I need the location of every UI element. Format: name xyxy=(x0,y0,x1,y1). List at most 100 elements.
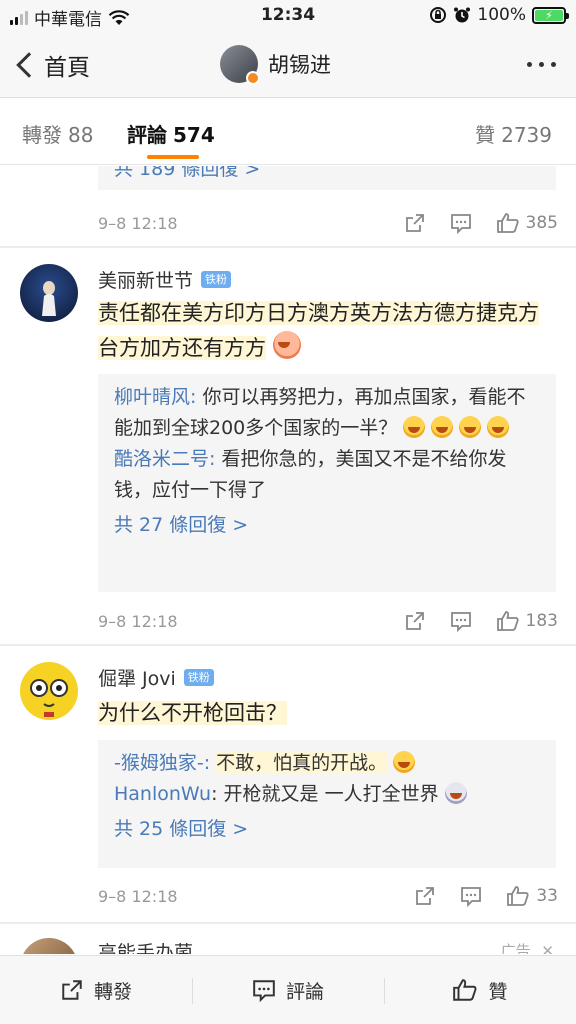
reply-box: 柳叶晴风: 你可以再努把力，再加点国家，看能不能加到全球200多个国家的一半？ … xyxy=(98,374,556,592)
thumbs-up-icon xyxy=(496,213,519,233)
laugh-emoji-icon xyxy=(459,416,482,438)
tab-active-indicator xyxy=(147,155,199,159)
more-replies-link[interactable]: 共 27 條回復 > xyxy=(114,510,540,541)
thumbs-up-icon xyxy=(453,979,477,1001)
verified-badge-icon xyxy=(246,71,260,85)
bottom-like-label: 贊 xyxy=(488,980,508,1003)
comment-date: 9–8 12:18 xyxy=(98,611,178,631)
comment-author[interactable]: 倔犟 Jovi 铁粉 xyxy=(98,664,214,691)
reply-box: -猴姆独家-: 不敢，怕真的开战。 HanlonWu: 开枪就又是 一人打全世界… xyxy=(98,740,556,868)
share-button[interactable] xyxy=(404,610,426,632)
comment-author-name: 美丽新世节 xyxy=(98,270,194,292)
avatar[interactable] xyxy=(20,938,78,954)
chevron-left-icon xyxy=(16,52,42,78)
comment-date: 9–8 12:18 xyxy=(98,886,178,906)
tab-comments-label: 評論 xyxy=(127,123,167,147)
more-replies-link[interactable]: 共 189 條回復 > xyxy=(114,166,540,185)
comment-meta: 9–8 12:18 183 xyxy=(98,606,558,636)
share-icon xyxy=(405,214,424,232)
ad-label[interactable]: 广告 ✕ xyxy=(501,940,554,954)
bottom-action-bar: 轉發 評論 贊 xyxy=(0,955,576,1024)
nav-user[interactable]: 胡锡进 xyxy=(220,45,331,85)
comment-text: 责任都在美方印方日方澳方英方法方德方捷克方台方加方还有方方 xyxy=(98,296,558,366)
share-button[interactable] xyxy=(404,212,426,234)
back-label: 首頁 xyxy=(44,55,90,81)
comment-meta: 9–8 12:18 33 xyxy=(98,881,558,911)
tab-comments-count: 574 xyxy=(173,123,215,147)
like-count: 183 xyxy=(525,611,558,631)
tab-likes-count: 2739 xyxy=(501,123,552,147)
reply-button[interactable] xyxy=(450,212,472,234)
avatar[interactable] xyxy=(20,662,78,720)
reply-author[interactable]: HanlonWu xyxy=(114,783,211,805)
reply-text: 开枪就又是 一人打全世界 xyxy=(223,783,439,805)
comment-author-name: 倔犟 Jovi xyxy=(98,668,176,690)
fan-badge: 铁粉 xyxy=(201,271,232,288)
tears-of-joy-emoji-icon xyxy=(393,751,416,773)
user-avatar xyxy=(220,45,260,85)
comment-icon xyxy=(253,980,275,1002)
reply-button[interactable] xyxy=(460,885,482,907)
fan-badge: 铁粉 xyxy=(183,669,214,686)
comment-date: 9–8 12:18 xyxy=(98,213,178,233)
status-bar: 中華電信 12:34 100% ⚡ xyxy=(0,0,576,32)
comment-icon xyxy=(450,612,471,632)
reply-author[interactable]: 酷洛米二号 xyxy=(114,448,209,470)
reply-item[interactable]: -猴姆独家-: 不敢，怕真的开战。 xyxy=(114,748,540,779)
ad-label-text: 广告 xyxy=(500,942,531,954)
comment-text-content: 责任都在美方印方日方澳方英方法方德方捷克方台方加方还有方方 xyxy=(98,301,539,360)
laugh-emoji-icon xyxy=(403,416,426,438)
reply-item[interactable]: 柳叶晴风: 你可以再努把力，再加点国家，看能不能加到全球200多个国家的一半？ xyxy=(114,382,540,444)
more-options-icon[interactable] xyxy=(527,62,556,67)
reply-item[interactable]: HanlonWu: 开枪就又是 一人打全世界 xyxy=(114,779,540,810)
share-icon xyxy=(405,612,424,630)
comment-meta: 9–8 12:18 385 xyxy=(98,208,558,238)
comment-author[interactable]: 美丽新世节 铁粉 xyxy=(98,266,232,293)
separator xyxy=(0,644,576,646)
bottom-repost-button[interactable]: 轉發 xyxy=(0,956,192,1024)
partial-reply-box: 共 189 條回復 > xyxy=(98,166,556,190)
back-button[interactable]: 首頁 xyxy=(14,48,90,82)
laugh-emoji-icon xyxy=(487,416,510,438)
comment-feed[interactable]: 共 189 條回復 > 9–8 12:18 385 美丽新世节 铁粉 责任都在美… xyxy=(0,166,576,954)
like-button[interactable]: 385 xyxy=(496,212,558,234)
bottom-repost-label: 轉發 xyxy=(93,980,132,1003)
reply-item[interactable]: 酷洛米二号: 看把你急的，美国又不是不给你发钱，应付一下得了 xyxy=(114,444,540,506)
tab-reposts-label: 轉發 xyxy=(22,123,62,147)
tab-reposts[interactable]: 轉發 88 xyxy=(22,119,93,148)
nav-user-name: 胡锡进 xyxy=(268,53,331,77)
surprised-emoji-icon xyxy=(444,782,467,804)
battery-icon: ⚡ xyxy=(532,6,569,24)
comment-icon xyxy=(461,887,482,907)
battery-percent: 100% xyxy=(477,5,526,25)
tab-comments[interactable]: 評論 574 xyxy=(127,119,215,148)
ad-author-name: 高能手办菌 xyxy=(98,942,194,954)
like-button[interactable]: 33 xyxy=(506,885,558,907)
tab-likes[interactable]: 贊 2739 xyxy=(475,119,552,148)
tab-reposts-count: 88 xyxy=(68,123,94,147)
share-icon xyxy=(416,887,435,905)
smug-face-emoji-icon xyxy=(272,331,301,359)
close-icon[interactable]: ✕ xyxy=(541,942,554,954)
reply-author[interactable]: -猴姆独家- xyxy=(114,752,204,774)
ad-author[interactable]: 高能手办菌 xyxy=(98,938,193,954)
more-replies-link[interactable]: 共 25 條回復 > xyxy=(114,814,540,845)
nav-bar: 首頁 胡锡进 xyxy=(0,32,576,98)
share-button[interactable] xyxy=(414,885,436,907)
like-button[interactable]: 183 xyxy=(496,610,558,632)
thumbs-up-icon xyxy=(496,611,519,631)
reply-author[interactable]: 柳叶晴风 xyxy=(114,386,190,408)
rotation-lock-icon xyxy=(430,7,447,23)
tab-likes-label: 贊 xyxy=(475,123,496,147)
like-count: 33 xyxy=(536,886,558,906)
reply-button[interactable] xyxy=(450,610,472,632)
reply-text: 不敢，怕真的开战。 xyxy=(216,752,388,774)
avatar[interactable] xyxy=(20,264,78,322)
laugh-emoji-icon xyxy=(431,416,454,438)
thumbs-up-icon xyxy=(507,886,529,906)
bottom-comment-label: 評論 xyxy=(285,980,324,1003)
share-icon xyxy=(62,980,82,1000)
comment-text: 为什么不开枪回击？ xyxy=(98,696,558,731)
bottom-comment-button[interactable]: 評論 xyxy=(192,956,384,1024)
bottom-like-button[interactable]: 贊 xyxy=(384,956,576,1024)
